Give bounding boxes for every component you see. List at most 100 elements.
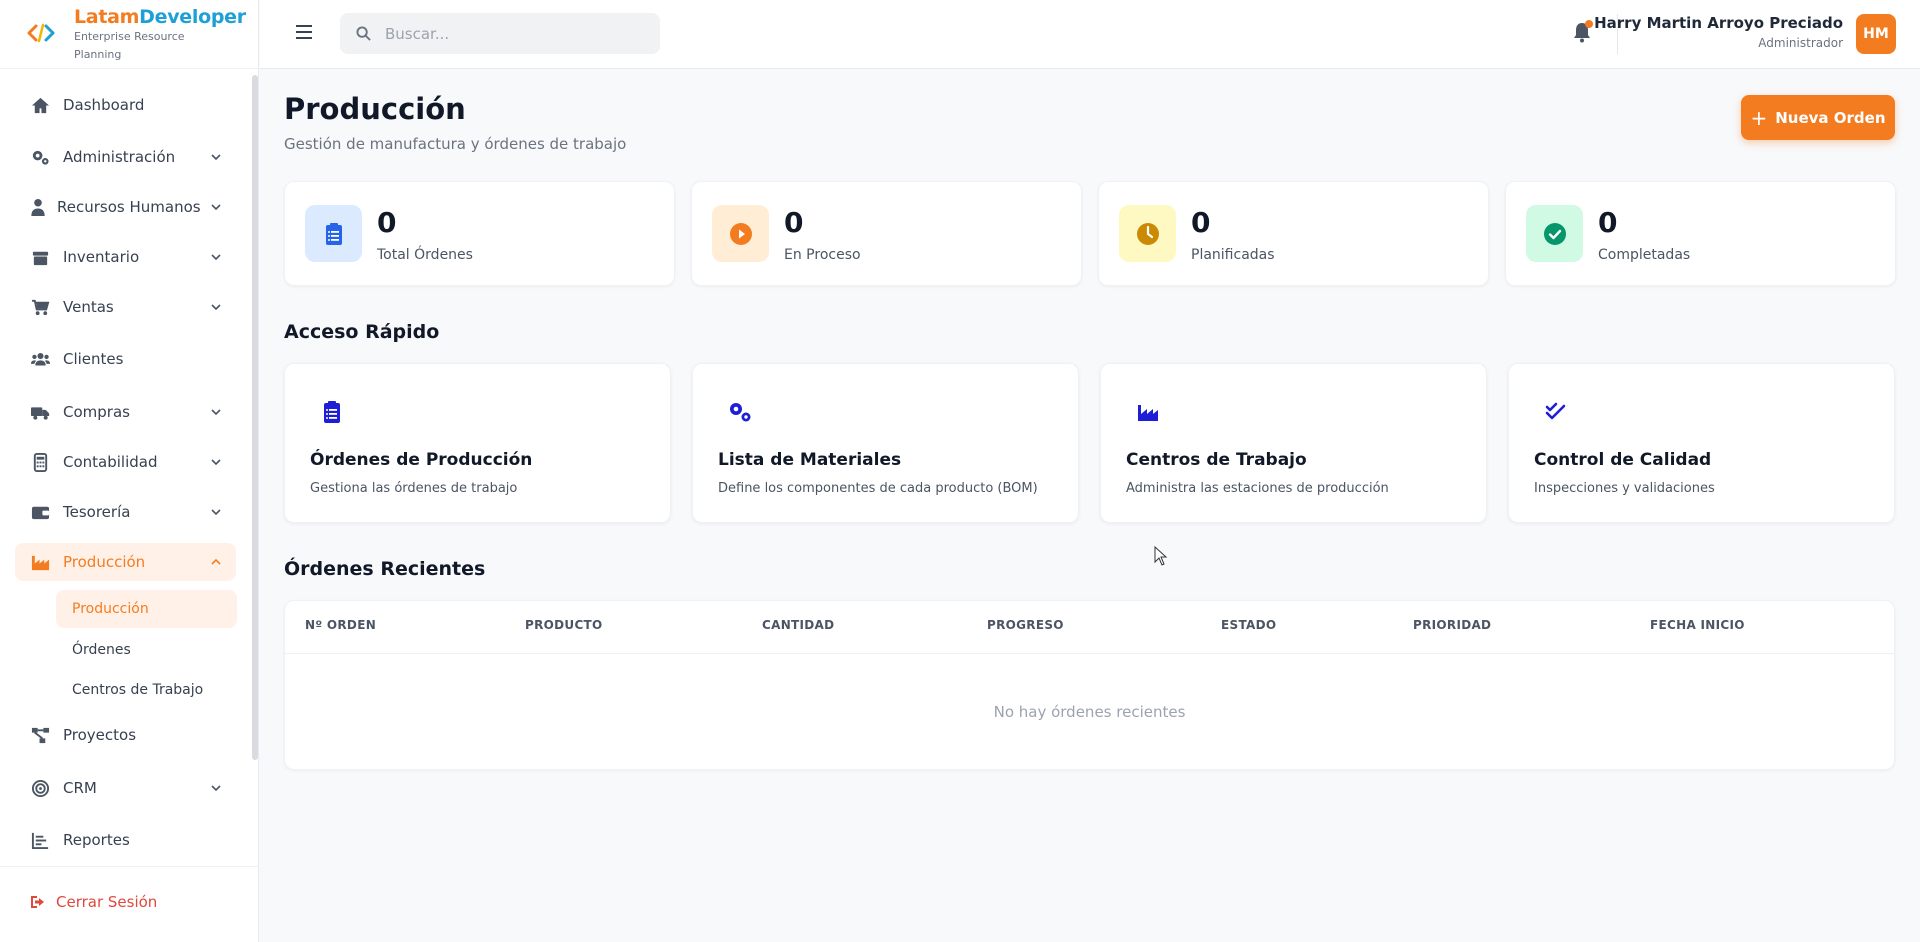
logout-label: Cerrar Sesión — [56, 893, 158, 911]
clipboard-list-icon — [325, 222, 342, 245]
sidebar-item-ventas[interactable]: Ventas — [15, 288, 236, 326]
stat-card-planificadas: 0 Planificadas — [1098, 181, 1489, 286]
sidebar-item-label: Administración — [63, 148, 176, 166]
chevron-down-icon — [211, 204, 221, 211]
brand[interactable]: LatamDeveloper Enterprise Resource Plann… — [0, 0, 258, 69]
page-subtitle: Gestión de manufactura y órdenes de trab… — [284, 135, 627, 153]
stat-icon-wrap — [305, 205, 362, 262]
sidebar-item-crm[interactable]: CRM — [15, 769, 236, 807]
table-header: Nº ORDEN PRODUCTO CANTIDAD PROGRESO ESTA… — [285, 601, 1894, 654]
sidebar-item-contabilidad[interactable]: Contabilidad — [15, 443, 236, 481]
column-header-cantidad[interactable]: CANTIDAD — [762, 618, 834, 632]
quick-access-card-description: Inspecciones y validaciones — [1534, 481, 1715, 496]
mouse-cursor-icon — [1154, 546, 1168, 566]
stat-icon-wrap — [712, 205, 769, 262]
empty-state-message: No hay órdenes recientes — [993, 703, 1186, 721]
page-title: Producción — [284, 92, 466, 126]
industry-icon — [31, 555, 50, 570]
stat-icon-wrap — [1526, 205, 1583, 262]
bullseye-icon — [31, 779, 50, 797]
chart-bar-icon — [31, 832, 49, 849]
search-box[interactable] — [340, 13, 660, 54]
chevron-down-icon — [211, 304, 221, 311]
quick-access-card-centros[interactable]: Centros de Trabajo Administra las estaci… — [1100, 363, 1487, 523]
sidebar-item-label: Reportes — [63, 831, 130, 849]
stat-value: 0 — [784, 206, 804, 239]
quick-access-card-ordenes[interactable]: Órdenes de Producción Gestiona las órden… — [284, 363, 671, 523]
cogs-icon — [32, 150, 49, 165]
users-icon — [31, 352, 50, 366]
chevron-down-icon — [211, 154, 221, 161]
home-icon — [31, 97, 50, 113]
quick-access-card-title: Lista de Materiales — [718, 450, 902, 470]
sidebar-item-proyectos[interactable]: Proyectos — [15, 716, 236, 754]
notification-dot — [1585, 20, 1593, 28]
brand-subtitle: Enterprise Resource Planning — [74, 30, 185, 61]
sidebar-item-label: CRM — [63, 779, 97, 797]
stat-label: Planificadas — [1191, 247, 1275, 263]
stat-icon-wrap — [1119, 205, 1176, 262]
quick-access-title: Acceso Rápido — [284, 321, 440, 343]
column-header-progreso[interactable]: PROGRESO — [987, 618, 1064, 632]
chevron-up-icon — [211, 558, 221, 565]
plus-icon: + — [1750, 105, 1768, 130]
sidebar-scrollbar[interactable] — [252, 75, 258, 760]
hamburger-menu-icon[interactable] — [294, 22, 316, 42]
play-circle-icon — [729, 222, 752, 245]
stat-card-total: 0 Total Órdenes — [284, 181, 675, 286]
sidebar-item-reportes[interactable]: Reportes — [15, 821, 236, 859]
calculator-icon — [33, 452, 48, 472]
stat-label: Completadas — [1598, 247, 1691, 263]
sidebar-subitem-produccion[interactable]: Producción — [56, 590, 237, 628]
quick-access-card-title: Control de Calidad — [1534, 450, 1712, 470]
sidebar-item-compras[interactable]: Compras — [15, 393, 236, 431]
user-name[interactable]: Harry Martin Arroyo Preciado — [1594, 14, 1843, 32]
column-header-estado[interactable]: ESTADO — [1221, 618, 1276, 632]
quick-access-card-title: Órdenes de Producción — [310, 450, 533, 470]
column-header-prioridad[interactable]: PRIORIDAD — [1413, 618, 1491, 632]
sidebar-item-label: Compras — [63, 403, 130, 421]
search-icon — [356, 26, 371, 41]
logout-area: Cerrar Sesión — [0, 866, 259, 942]
sidebar-item-clientes[interactable]: Clientes — [15, 340, 236, 378]
recent-orders-table: Nº ORDEN PRODUCTO CANTIDAD PROGRESO ESTA… — [284, 600, 1895, 770]
logout-button[interactable]: Cerrar Sesión — [30, 893, 157, 911]
column-header-orden[interactable]: Nº ORDEN — [305, 618, 376, 632]
quick-access-card-materiales[interactable]: Lista de Materiales Define los component… — [692, 363, 1079, 523]
sidebar-subitem-ordenes[interactable]: Órdenes — [56, 631, 237, 669]
sidebar-item-recursos-humanos[interactable]: Recursos Humanos — [15, 188, 236, 226]
column-header-fecha-inicio[interactable]: FECHA INICIO — [1650, 618, 1745, 632]
brand-logo-icon — [27, 23, 55, 43]
new-order-button[interactable]: + Nueva Orden — [1741, 95, 1895, 140]
quick-access-card-description: Define los componentes de cada producto … — [718, 481, 1038, 496]
chevron-down-icon — [211, 459, 221, 466]
sidebar-item-dashboard[interactable]: Dashboard — [15, 86, 236, 124]
quick-access-card-calidad[interactable]: Control de Calidad Inspecciones y valida… — [1508, 363, 1895, 523]
new-order-label: Nueva Orden — [1775, 108, 1886, 127]
column-header-producto[interactable]: PRODUCTO — [525, 618, 603, 632]
notifications-button[interactable] — [1571, 20, 1593, 44]
brand-name: LatamDeveloper — [74, 6, 246, 28]
stat-value: 0 — [1598, 206, 1618, 239]
truck-icon — [31, 406, 50, 420]
avatar[interactable]: HM — [1856, 14, 1896, 54]
chevron-down-icon — [211, 254, 221, 261]
stat-label: Total Órdenes — [377, 247, 473, 263]
sidebar-item-label: Inventario — [63, 248, 140, 266]
sign-out-icon — [31, 896, 44, 908]
search-input[interactable] — [385, 24, 635, 43]
stat-card-en-proceso: 0 En Proceso — [691, 181, 1082, 286]
sidebar: LatamDeveloper Enterprise Resource Plann… — [0, 0, 259, 942]
industry-icon — [1138, 405, 1158, 421]
sidebar-item-produccion[interactable]: Producción — [15, 543, 236, 581]
user-tie-icon — [31, 198, 45, 216]
check-double-icon — [1545, 402, 1566, 420]
sidebar-subitem-centros-de-trabajo[interactable]: Centros de Trabajo — [56, 671, 237, 709]
sidebar-item-tesoreria[interactable]: Tesorería — [15, 493, 236, 531]
cogs-icon — [730, 403, 751, 422]
box-icon — [32, 251, 49, 265]
sidebar-item-inventario[interactable]: Inventario — [15, 238, 236, 276]
quick-access-card-title: Centros de Trabajo — [1126, 450, 1307, 470]
sidebar-item-administracion[interactable]: Administración — [15, 138, 236, 176]
sidebar-item-label: Contabilidad — [63, 453, 158, 471]
